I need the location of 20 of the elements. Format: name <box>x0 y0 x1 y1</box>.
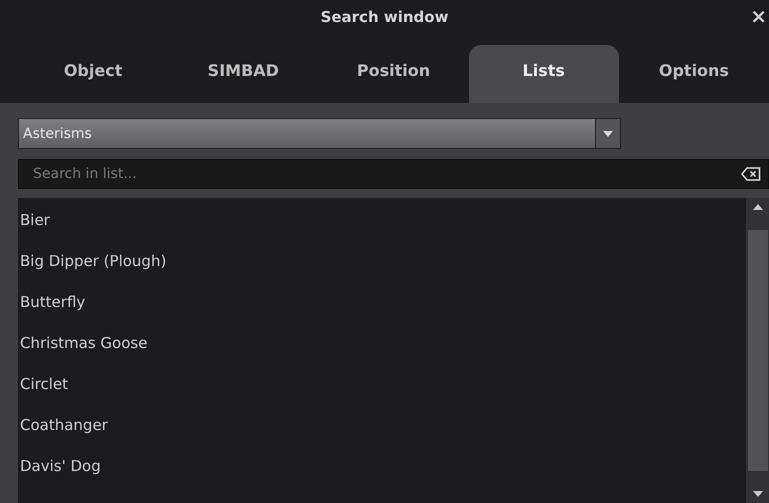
search-field[interactable]: Search in list... <box>18 159 769 189</box>
list-item[interactable]: Coathanger <box>18 405 746 446</box>
scrollbar[interactable] <box>746 198 769 503</box>
window-title: Search window <box>320 8 448 26</box>
clear-icon[interactable] <box>741 167 761 181</box>
tab[interactable]: Options <box>618 45 769 103</box>
close-button[interactable]: × <box>748 6 769 26</box>
tab[interactable]: Position <box>318 45 469 103</box>
list-dropdown[interactable]: Asterisms <box>18 118 621 149</box>
list-item[interactable]: Christmas Goose <box>18 323 746 364</box>
list-item[interactable]: Circlet <box>18 364 746 405</box>
list-item[interactable]: Bier <box>18 200 746 241</box>
scroll-up-icon[interactable] <box>752 204 762 210</box>
tab[interactable]: SIMBAD <box>168 45 318 103</box>
tab[interactable]: Lists <box>468 45 619 103</box>
tab[interactable]: Object <box>18 45 168 103</box>
list-item[interactable]: Big Dipper (Plough) <box>18 241 746 282</box>
scroll-down-icon[interactable] <box>752 491 762 497</box>
list-item[interactable]: Butterfly <box>18 282 746 323</box>
list-item[interactable]: Davis' Dog <box>18 446 746 487</box>
